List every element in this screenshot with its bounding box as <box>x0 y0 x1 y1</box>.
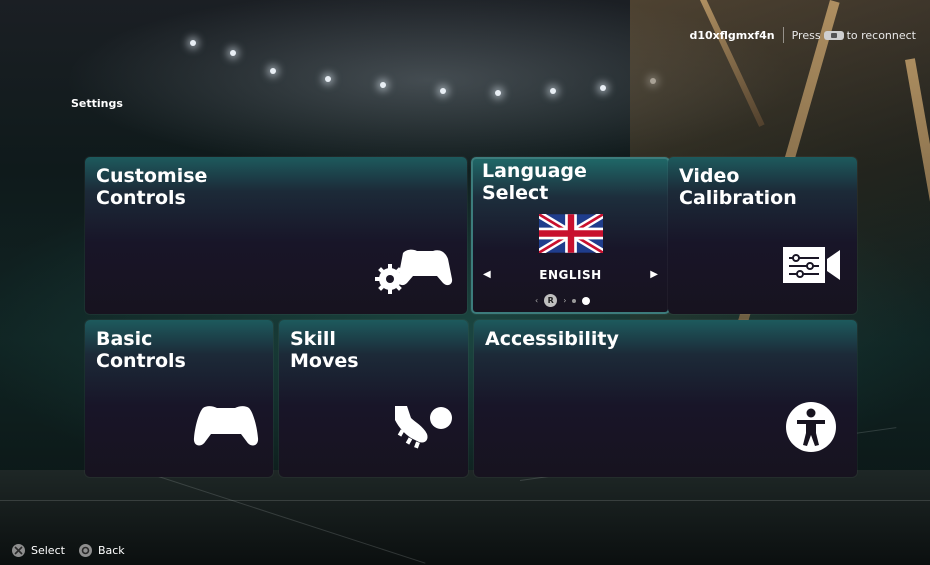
reconnect-text: to reconnect <box>846 28 916 42</box>
tile-label: Customise Controls <box>96 165 208 209</box>
connection-status: d10xflgmxf4n Press to reconnect <box>689 27 916 43</box>
chevron-right-icon: › <box>563 296 567 305</box>
current-language: ENGLISH <box>539 268 602 282</box>
uk-flag-icon <box>539 214 603 253</box>
back-hint[interactable]: Back <box>98 544 125 557</box>
footer-hints: Select Back <box>12 544 125 557</box>
page-dot <box>572 298 577 303</box>
tile-video-calibration[interactable]: Video Calibration <box>668 157 857 314</box>
page-title: Settings <box>71 97 123 110</box>
language-selector[interactable]: ◀ ENGLISH ▶ <box>473 268 668 283</box>
boot-ball-icon <box>395 406 452 449</box>
tile-skill-moves[interactable]: Skill Moves <box>279 320 468 477</box>
arrow-right-icon[interactable]: ▶ <box>650 269 658 280</box>
video-settings-icon <box>783 247 840 283</box>
tile-label: Language Select <box>482 160 587 204</box>
stadium-lights <box>150 30 710 110</box>
pager: ‹ R › <box>535 294 591 307</box>
select-hint: Select <box>31 544 65 557</box>
press-text: Press <box>791 28 821 42</box>
tile-customise-controls[interactable]: Customise Controls <box>85 157 467 314</box>
tile-label: Accessibility <box>485 328 619 350</box>
tile-accessibility[interactable]: Accessibility <box>474 320 857 477</box>
gear-controller-icon <box>375 249 453 294</box>
tile-label: Basic Controls <box>96 328 186 372</box>
page-dot-active <box>582 296 591 305</box>
controller-icon <box>193 406 259 446</box>
tile-label: Skill Moves <box>290 328 359 372</box>
floor <box>0 427 930 565</box>
divider <box>782 27 784 43</box>
cross-button-icon <box>12 544 25 557</box>
chevron-left-icon: ‹ <box>535 296 539 305</box>
accessibility-icon <box>786 402 836 452</box>
controller-pad-icon <box>823 30 844 40</box>
circle-button-icon <box>78 544 92 557</box>
r-button-icon: R <box>544 294 558 307</box>
tile-label: Video Calibration <box>679 165 797 209</box>
tile-language-select[interactable]: Language Select ◀ ENGLISH ▶ ‹ R › <box>471 157 670 314</box>
tile-basic-controls[interactable]: Basic Controls <box>85 320 273 477</box>
username: d10xflgmxf4n <box>689 28 775 42</box>
